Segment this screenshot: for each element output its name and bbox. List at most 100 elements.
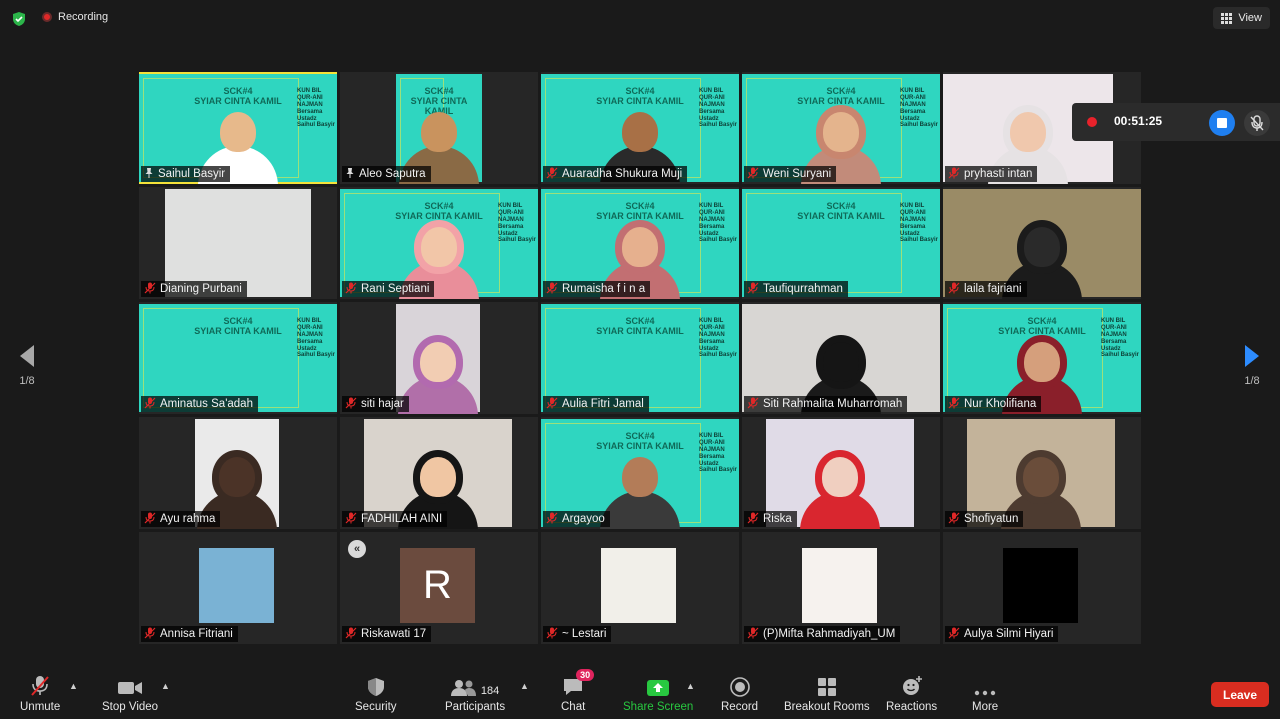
share-screen-label: Share Screen [623, 701, 694, 713]
participants-options-chevron-icon[interactable]: ▲ [520, 681, 529, 691]
participant-name: Weni Suryani [763, 168, 832, 180]
chat-button[interactable]: 30 Chat [561, 669, 595, 713]
participants-label: Participants [445, 701, 506, 713]
participant-tile[interactable]: SCK#4 SYIAR CINTA KAMIL KUN BIL QUR-ANI N… [541, 187, 739, 299]
video-options-chevron-icon[interactable]: ▲ [161, 681, 170, 691]
mute-button[interactable] [1244, 110, 1270, 136]
participant-tile[interactable]: ~ Lestari [541, 532, 739, 644]
record-button[interactable]: Record [721, 675, 758, 713]
mic-muted-icon [546, 282, 558, 297]
participant-tile[interactable]: Riska [742, 417, 940, 529]
slide-subtitle: KUN BIL QUR-ANI NAJMAN Bersama Ustadz Sa… [699, 203, 738, 244]
participant-tile[interactable]: laila fajriani [943, 187, 1141, 299]
participant-tile[interactable]: SCK#4 SYIAR CINTA KAMIL KUN BIL QUR-ANI N… [139, 302, 337, 414]
participant-tile[interactable]: SCK#4 SYIAR CINTA KAMIL KUN BIL QUR-ANI N… [943, 302, 1141, 414]
mic-muted-icon [948, 167, 960, 182]
mic-off-icon [1250, 115, 1264, 131]
participants-button[interactable]: 184 Participants [445, 675, 505, 713]
more-dots-icon [974, 675, 996, 697]
audio-options-chevron-icon[interactable]: ▲ [69, 681, 78, 691]
participant-tile[interactable]: SCK#4 SYIAR CINTA KAMIL KUN BIL QUR-ANI N… [139, 72, 337, 184]
participant-name-bar: siti hajar [342, 396, 409, 412]
mic-muted-icon [948, 397, 960, 412]
participant-tile[interactable]: Dianing Purbani [139, 187, 337, 299]
profile-picture [802, 548, 877, 623]
mic-muted-icon [345, 512, 357, 527]
chat-unread-badge: 30 [576, 669, 595, 681]
participant-name-bar: Siti Rahmalita Muharromah [744, 396, 908, 412]
participant-name-bar: Riskawati 17 [342, 626, 432, 642]
participant-tile[interactable]: Ayu rahma [139, 417, 337, 529]
record-label: Record [721, 701, 759, 713]
profile-picture [601, 548, 676, 623]
recording-indicator[interactable]: Recording [42, 11, 108, 23]
participant-name: Rani Septiani [361, 283, 430, 295]
participant-tile[interactable]: FADHILAH AINI [340, 417, 538, 529]
mic-muted-icon [546, 627, 558, 642]
stop-recording-button[interactable] [1209, 110, 1235, 136]
stop-video-label: Stop Video [102, 701, 159, 713]
record-icon [729, 675, 750, 697]
participant-tile[interactable]: SCK#4 SYIAR CINTA KAMIL Aleo Saputra [340, 72, 538, 184]
leave-button[interactable]: Leave [1211, 682, 1269, 707]
recording-dot-icon [42, 12, 52, 22]
participant-name-bar: Auaradha Shukura Muji [543, 166, 688, 182]
participant-name-bar: Ayu rahma [141, 511, 221, 527]
chat-bubble-icon: 30 [562, 669, 595, 697]
security-shield-icon [367, 675, 385, 697]
reactions-button[interactable]: Reactions [886, 675, 937, 713]
participant-name: Ayu rahma [160, 513, 216, 525]
participant-tile[interactable]: « R Riskawati 17 [340, 532, 538, 644]
participant-tile[interactable]: Shofiyatun [943, 417, 1141, 529]
mic-muted-icon [948, 627, 960, 642]
share-screen-button[interactable]: Share Screen [623, 675, 693, 713]
mic-muted-icon [144, 282, 156, 297]
avatar-letter: R [400, 548, 475, 623]
unmute-button[interactable]: Unmute [20, 675, 60, 713]
participant-tile[interactable]: SCK#4 SYIAR CINTA KAMIL KUN BIL QUR-ANI N… [340, 187, 538, 299]
mic-muted-icon [747, 282, 759, 297]
slide-subtitle: KUN BIL QUR-ANI NAJMAN Bersama Ustadz Sa… [1101, 318, 1140, 359]
mic-muted-icon [948, 282, 960, 297]
view-button[interactable]: View [1213, 7, 1270, 29]
slide-subtitle: KUN BIL QUR-ANI NAJMAN Bersama Ustadz Sa… [699, 433, 738, 474]
participant-tile[interactable]: SCK#4 SYIAR CINTA KAMIL KUN BIL QUR-ANI N… [541, 302, 739, 414]
participant-tile[interactable]: Annisa Fitriani [139, 532, 337, 644]
participants-count: 184 [480, 685, 500, 697]
participant-tile[interactable]: SCK#4 SYIAR CINTA KAMIL KUN BIL QUR-ANI N… [541, 417, 739, 529]
next-page[interactable]: 1/8 [1237, 345, 1267, 387]
participant-name: FADHILAH AINI [361, 513, 443, 525]
participant-tile[interactable]: SCK#4 SYIAR CINTA KAMIL KUN BIL QUR-ANI N… [742, 72, 940, 184]
participant-tile[interactable]: Siti Rahmalita Muharromah [742, 302, 940, 414]
participant-name-bar: Riska [744, 511, 797, 527]
prev-page[interactable]: 1/8 [12, 345, 42, 387]
more-button[interactable]: More [972, 675, 998, 713]
collapse-chevrons-icon[interactable]: « [348, 540, 366, 558]
participant-tile[interactable]: SCK#4 SYIAR CINTA KAMIL KUN BIL QUR-ANI N… [742, 187, 940, 299]
participant-video-person [800, 457, 880, 529]
security-button[interactable]: Security [355, 675, 397, 713]
security-label: Security [355, 701, 397, 713]
participant-name-bar: Saihul Basyir [141, 166, 231, 182]
participant-tile[interactable]: Aulya Silmi Hiyari [943, 532, 1141, 644]
share-options-chevron-icon[interactable]: ▲ [686, 681, 695, 691]
stop-video-button[interactable]: Stop Video [102, 675, 158, 713]
participant-name-bar: Dianing Purbani [141, 281, 247, 297]
participant-name-bar: Weni Suryani [744, 166, 837, 182]
slide-subtitle: KUN BIL QUR-ANI NAJMAN Bersama Ustadz Sa… [498, 203, 537, 244]
mic-muted-icon [345, 397, 357, 412]
page-indicator-right: 1/8 [1244, 375, 1260, 387]
mic-muted-icon [747, 627, 759, 642]
participant-name: Siti Rahmalita Muharromah [763, 398, 903, 410]
participant-name: Annisa Fitriani [160, 628, 233, 640]
slide-subtitle: KUN BIL QUR-ANI NAJMAN Bersama Ustadz Sa… [297, 318, 336, 359]
participant-name-bar: Taufiqurrahman [744, 281, 848, 297]
breakout-rooms-button[interactable]: Breakout Rooms [784, 675, 870, 713]
mic-muted-icon [546, 397, 558, 412]
shield-icon[interactable] [11, 11, 27, 27]
participant-tile[interactable]: SCK#4 SYIAR CINTA KAMIL KUN BIL QUR-ANI N… [541, 72, 739, 184]
participant-tile[interactable]: (P)Mifta Rahmadiyah_UM [742, 532, 940, 644]
participant-tile[interactable]: siti hajar [340, 302, 538, 414]
participant-name-bar: Aulya Silmi Hiyari [945, 626, 1059, 642]
mic-muted-icon [747, 512, 759, 527]
